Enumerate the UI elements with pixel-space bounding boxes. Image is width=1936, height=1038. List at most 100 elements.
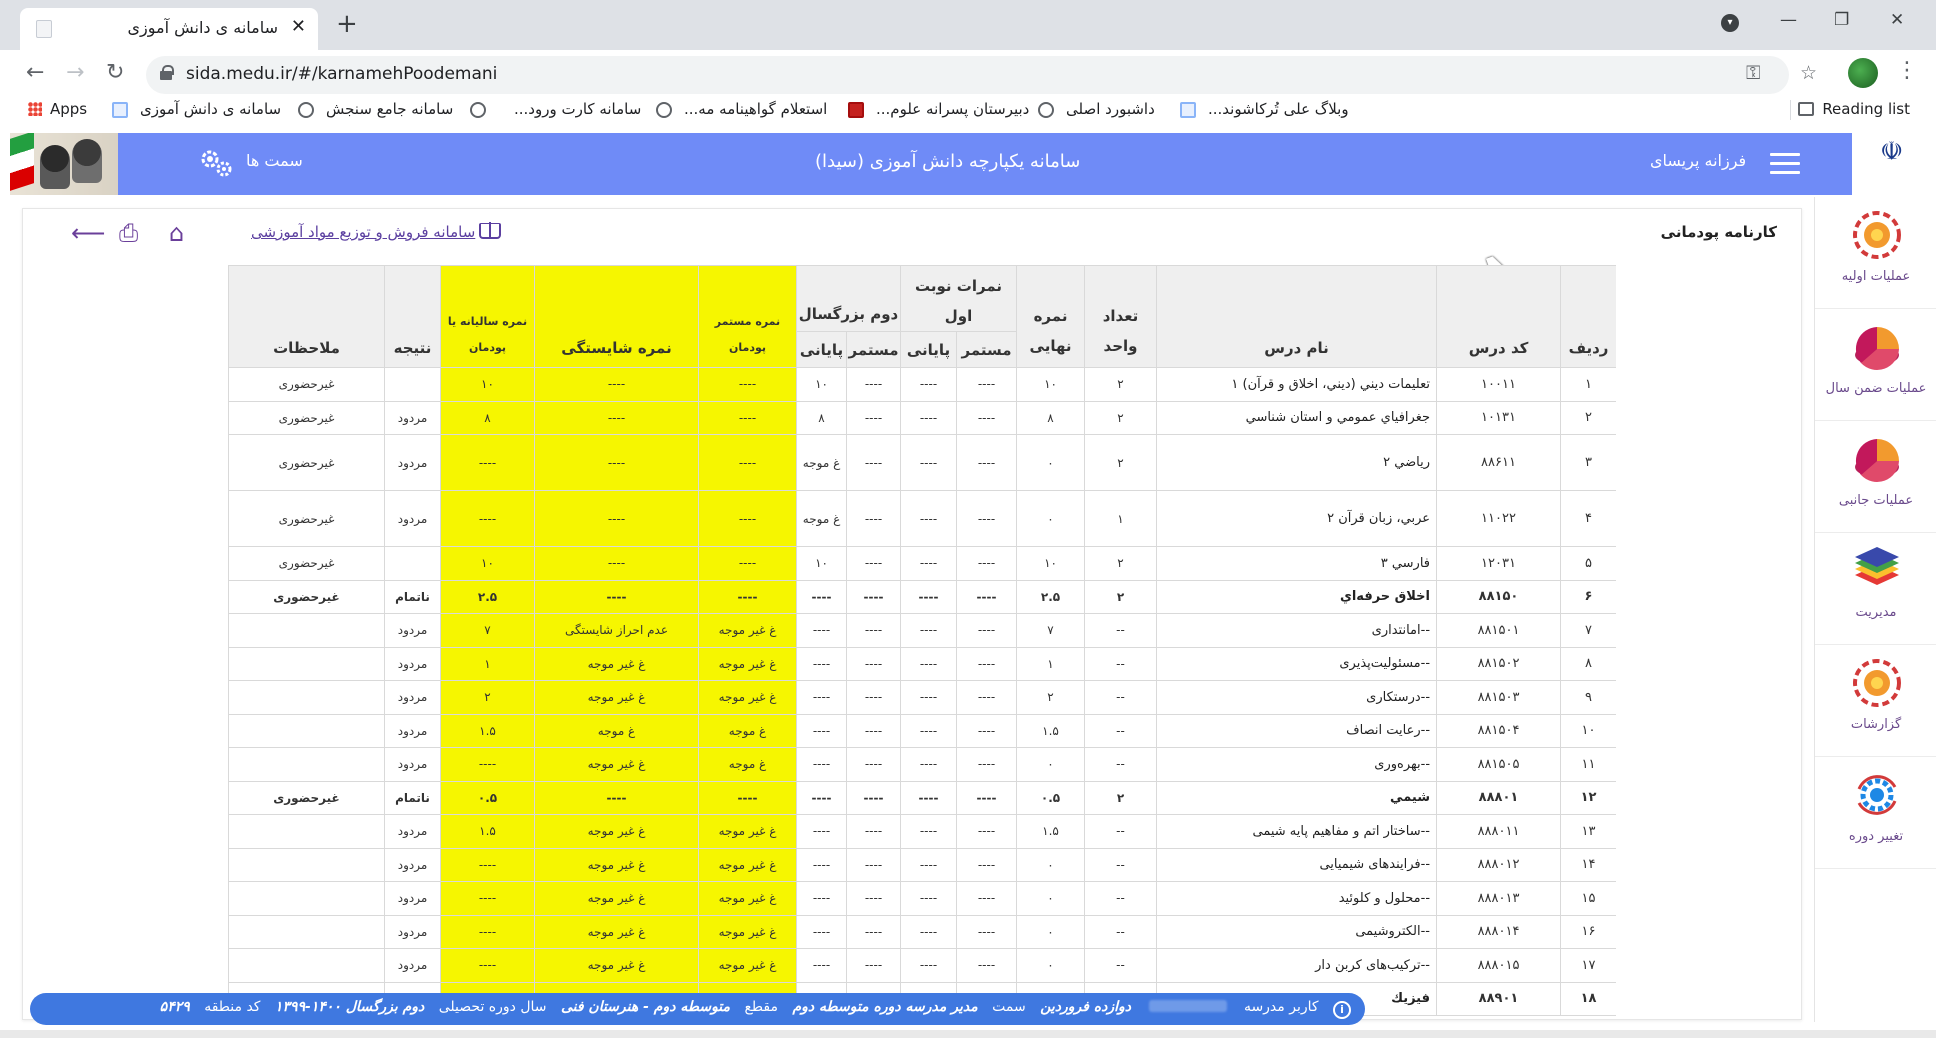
info-icon[interactable]: i — [1333, 1001, 1351, 1019]
url-text[interactable]: sida.medu.ir/#/karnamehPoodemani — [186, 64, 497, 84]
profile-avatar[interactable] — [1848, 58, 1878, 88]
table-row: ۱۶ ۸۸۸۰۱۴ --الکتروشیمی -- ۰ ---- ---- ---- ---- غ… — [228, 914, 1616, 949]
col-final-grade-header[interactable]: نمره نهایی — [1016, 265, 1086, 368]
bookmark-item[interactable]: سامانه ی دانش آموزی — [140, 100, 281, 118]
col-competency-header[interactable]: نمره شایستگی — [534, 265, 699, 368]
cell-notes: غیرحضوری — [228, 367, 385, 402]
bookmark-item[interactable]: داشبورد اصلی — [1066, 100, 1155, 118]
page-title: کارنامه پودمانی — [1660, 223, 1777, 241]
bookmark-star-icon[interactable]: ☆ — [1800, 62, 1817, 84]
cell-result: مردود — [384, 948, 441, 983]
cell-row-number: ۱ — [1560, 367, 1616, 402]
col-module-continuous-header[interactable]: نمره مستمر پودمان — [698, 265, 797, 368]
cell-course-code: ۱۰۱۳۱ — [1436, 400, 1562, 435]
cell-result: ناتمام — [384, 780, 441, 815]
cell-row-number: ۲ — [1560, 400, 1616, 435]
cell-yearly: ---- — [440, 914, 535, 949]
status-user-label: کاربر مدرسه — [1243, 999, 1319, 1015]
roles-gears-icon[interactable] — [198, 145, 234, 181]
cell-units: -- — [1084, 613, 1158, 648]
globe-icon — [470, 102, 486, 118]
cell-row-number: ۴ — [1560, 490, 1616, 547]
gear-sun-icon — [1853, 659, 1901, 707]
user-name[interactable]: فرزانه پریسای — [1650, 151, 1746, 170]
minimize-icon[interactable]: — — [1780, 10, 1797, 30]
new-tab-icon[interactable]: + — [336, 9, 358, 39]
portrait-figure — [40, 145, 70, 189]
educational-materials-link[interactable]: سامانه فروش و توزیع مواد آموزشی — [251, 222, 502, 241]
col-first-final-header[interactable]: پایانی — [900, 331, 958, 368]
cell-final-grade: ۸ — [1016, 400, 1086, 435]
bookmark-item[interactable]: وبلاگ علی تُرکاشوند... — [1208, 100, 1349, 118]
sidebar-item-change-period[interactable]: تغییر دوره — [1815, 757, 1936, 869]
browser-menu-icon[interactable]: ⋮ — [1896, 58, 1918, 83]
col-yearly-header[interactable]: نمره سالیانه یا پودمان — [440, 265, 535, 368]
sidebar-item-yearly-operations[interactable]: عملیات ضمن سال — [1815, 309, 1936, 421]
table-row: ۱۵ ۸۸۸۰۱۳ --محلول و کلوئید -- ۰ ---- ---- ---- -… — [228, 881, 1616, 916]
col-notes-header[interactable]: ملاحظات — [228, 265, 385, 368]
cell-first-final: ---- — [900, 579, 958, 614]
cell-course-name: --رعایت انصاف — [1156, 713, 1438, 748]
cell-yearly: ۸ — [440, 400, 535, 435]
cell-units: ۱ — [1084, 490, 1158, 547]
cell-module-continuous: غ غیر موجه — [698, 680, 797, 715]
col-second-final-header[interactable]: پایانی — [795, 331, 848, 368]
back-arrow-icon[interactable]: ⟵ — [71, 219, 105, 247]
cell-final-grade: ۰.۵ — [1016, 780, 1086, 815]
cell-final-grade: ۰ — [1016, 847, 1086, 882]
cell-second-continuous: ---- — [846, 434, 902, 491]
bookmark-item[interactable]: استعلام گواهینامه مه... — [684, 100, 827, 118]
cell-first-continuous: ---- — [956, 367, 1018, 402]
roles-menu[interactable]: سمت ها — [246, 151, 303, 170]
bookmark-item[interactable]: سامانه جامع سنجش — [326, 100, 453, 118]
lock-icon[interactable] — [160, 65, 174, 80]
col-units-header[interactable]: تعداد واحد — [1084, 265, 1158, 368]
cell-result: مردود — [384, 490, 441, 547]
browser-tab[interactable]: سامانه ی دانش آموزی ✕ — [20, 8, 318, 50]
col-code-header[interactable]: کد درس — [1436, 265, 1562, 368]
reload-icon[interactable]: ↻ — [106, 60, 124, 85]
bookmark-item[interactable]: سامانه کارت ورود... — [514, 100, 641, 118]
cell-units: -- — [1084, 680, 1158, 715]
forward-icon[interactable]: → — [66, 60, 84, 85]
col-name-header[interactable]: نام درس — [1156, 265, 1438, 368]
reading-list[interactable]: Reading list — [1798, 100, 1910, 118]
cell-final-grade: ۲ — [1016, 680, 1086, 715]
col-first-continuous-header[interactable]: مستمر — [956, 331, 1018, 368]
col-second-continuous-header[interactable]: مستمر — [846, 331, 902, 368]
cell-first-final: ---- — [900, 847, 958, 882]
key-icon[interactable]: ⚿ — [1746, 62, 1760, 84]
cell-competency: غ غیر موجه — [534, 847, 699, 882]
cell-first-final: ---- — [900, 780, 958, 815]
cell-result: مردود — [384, 914, 441, 949]
close-tab-icon[interactable]: ✕ — [291, 16, 306, 37]
cell-units: ۲ — [1084, 400, 1158, 435]
print-icon[interactable]: ⎙ — [119, 219, 138, 247]
window-bottom-edge — [0, 1030, 1936, 1038]
col-second-turn-header[interactable]: دوم بزرگسال — [795, 265, 902, 332]
address-bar[interactable]: sida.medu.ir/#/karnamehPoodemani ⚿ — [146, 56, 1789, 94]
col-row-header[interactable]: ردیف — [1560, 265, 1616, 368]
sidebar-item-management[interactable]: مدیریت — [1815, 533, 1936, 645]
bookmark-item[interactable]: دبیرستان پسرانه علوم... — [876, 100, 1029, 118]
sidebar-item-reports[interactable]: گزارشات — [1815, 645, 1936, 757]
hamburger-menu-icon[interactable] — [1770, 153, 1800, 175]
sidebar-item-initial-operations[interactable]: عملیات اولیه — [1815, 197, 1936, 309]
col-first-turn-header[interactable]: نمرات نوبت اول — [900, 265, 1018, 332]
home-icon[interactable]: ⌂ — [169, 219, 184, 247]
bookmark-apps[interactable]: Apps — [28, 100, 87, 118]
restore-icon[interactable]: ❐ — [1834, 10, 1849, 30]
cell-notes — [228, 814, 385, 849]
col-result-header[interactable]: نتیجه — [384, 265, 441, 368]
tab-search-icon[interactable]: ▾ — [1721, 14, 1739, 32]
close-window-icon[interactable]: ✕ — [1890, 10, 1904, 30]
cell-first-final: ---- — [900, 400, 958, 435]
cell-course-code: ۸۸۱۵۰۵ — [1436, 747, 1562, 782]
cell-second-continuous: ---- — [846, 914, 902, 949]
back-icon[interactable]: ← — [26, 60, 44, 85]
sidebar-item-side-operations[interactable]: عملیات جانبی — [1815, 421, 1936, 533]
cell-notes: غیرحضوری — [228, 579, 385, 614]
cell-course-code: ۱۲۰۳۱ — [1436, 546, 1562, 581]
tab-title: سامانه ی دانش آموزی — [127, 18, 279, 37]
cell-second-final: ---- — [795, 713, 848, 748]
